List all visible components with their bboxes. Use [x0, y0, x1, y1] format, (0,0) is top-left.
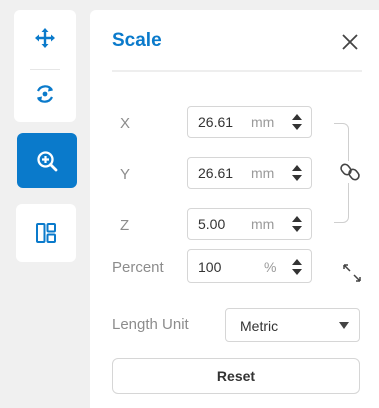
z-input[interactable]: 5.00 mm — [187, 208, 312, 240]
x-stepper-icon[interactable] — [291, 112, 303, 132]
x-label: X — [120, 115, 131, 132]
scale-tool-button[interactable] — [17, 133, 77, 188]
chevron-down-icon — [339, 322, 349, 329]
expand-button[interactable] — [342, 263, 362, 283]
rotate-icon — [37, 85, 53, 103]
scale-zoom-icon — [37, 150, 58, 171]
reset-button[interactable]: Reset — [112, 358, 360, 394]
x-input[interactable]: 26.61 mm — [187, 106, 312, 138]
tool-sidebar — [14, 10, 76, 122]
close-button[interactable] — [338, 30, 362, 54]
percent-value: 100 — [198, 259, 222, 275]
percent-stepper-icon[interactable] — [291, 257, 303, 277]
z-unit: mm — [251, 216, 275, 232]
y-unit: mm — [251, 165, 275, 181]
lock-ratio-button[interactable] — [339, 161, 361, 183]
toolbar-divider — [30, 69, 60, 70]
length-unit-value: Metric — [240, 318, 279, 334]
y-value: 26.61 — [198, 165, 234, 181]
move-tool-button[interactable] — [14, 10, 76, 66]
x-unit: mm — [251, 114, 275, 130]
expand-icon — [343, 264, 361, 282]
rotate-tool-button[interactable] — [14, 66, 76, 122]
layout-tool-group — [16, 204, 76, 262]
transform-tool-group — [14, 10, 76, 122]
panel-title: Scale — [112, 30, 162, 51]
close-icon — [342, 34, 358, 50]
y-stepper-icon[interactable] — [291, 163, 303, 183]
percent-input[interactable]: 100 % — [187, 249, 312, 283]
title-divider — [112, 70, 362, 72]
y-input[interactable]: 26.61 mm — [187, 157, 312, 189]
length-unit-select[interactable]: Metric — [225, 308, 360, 342]
x-value: 26.61 — [198, 114, 234, 130]
link-icon — [340, 163, 360, 181]
z-label: Z — [120, 217, 130, 234]
z-stepper-icon[interactable] — [291, 214, 303, 234]
layout-tool-button[interactable] — [16, 204, 76, 262]
percent-unit: % — [264, 259, 277, 275]
z-value: 5.00 — [198, 216, 226, 232]
layout-icon — [36, 223, 56, 243]
scale-panel: Scale X 26.61 mm Y 26.61 mm Z 5.00 mm Pe… — [90, 10, 379, 408]
length-unit-label: Length Unit — [112, 316, 189, 333]
move-icon — [35, 28, 55, 48]
percent-label: Percent — [112, 259, 164, 276]
y-label: Y — [120, 166, 131, 183]
